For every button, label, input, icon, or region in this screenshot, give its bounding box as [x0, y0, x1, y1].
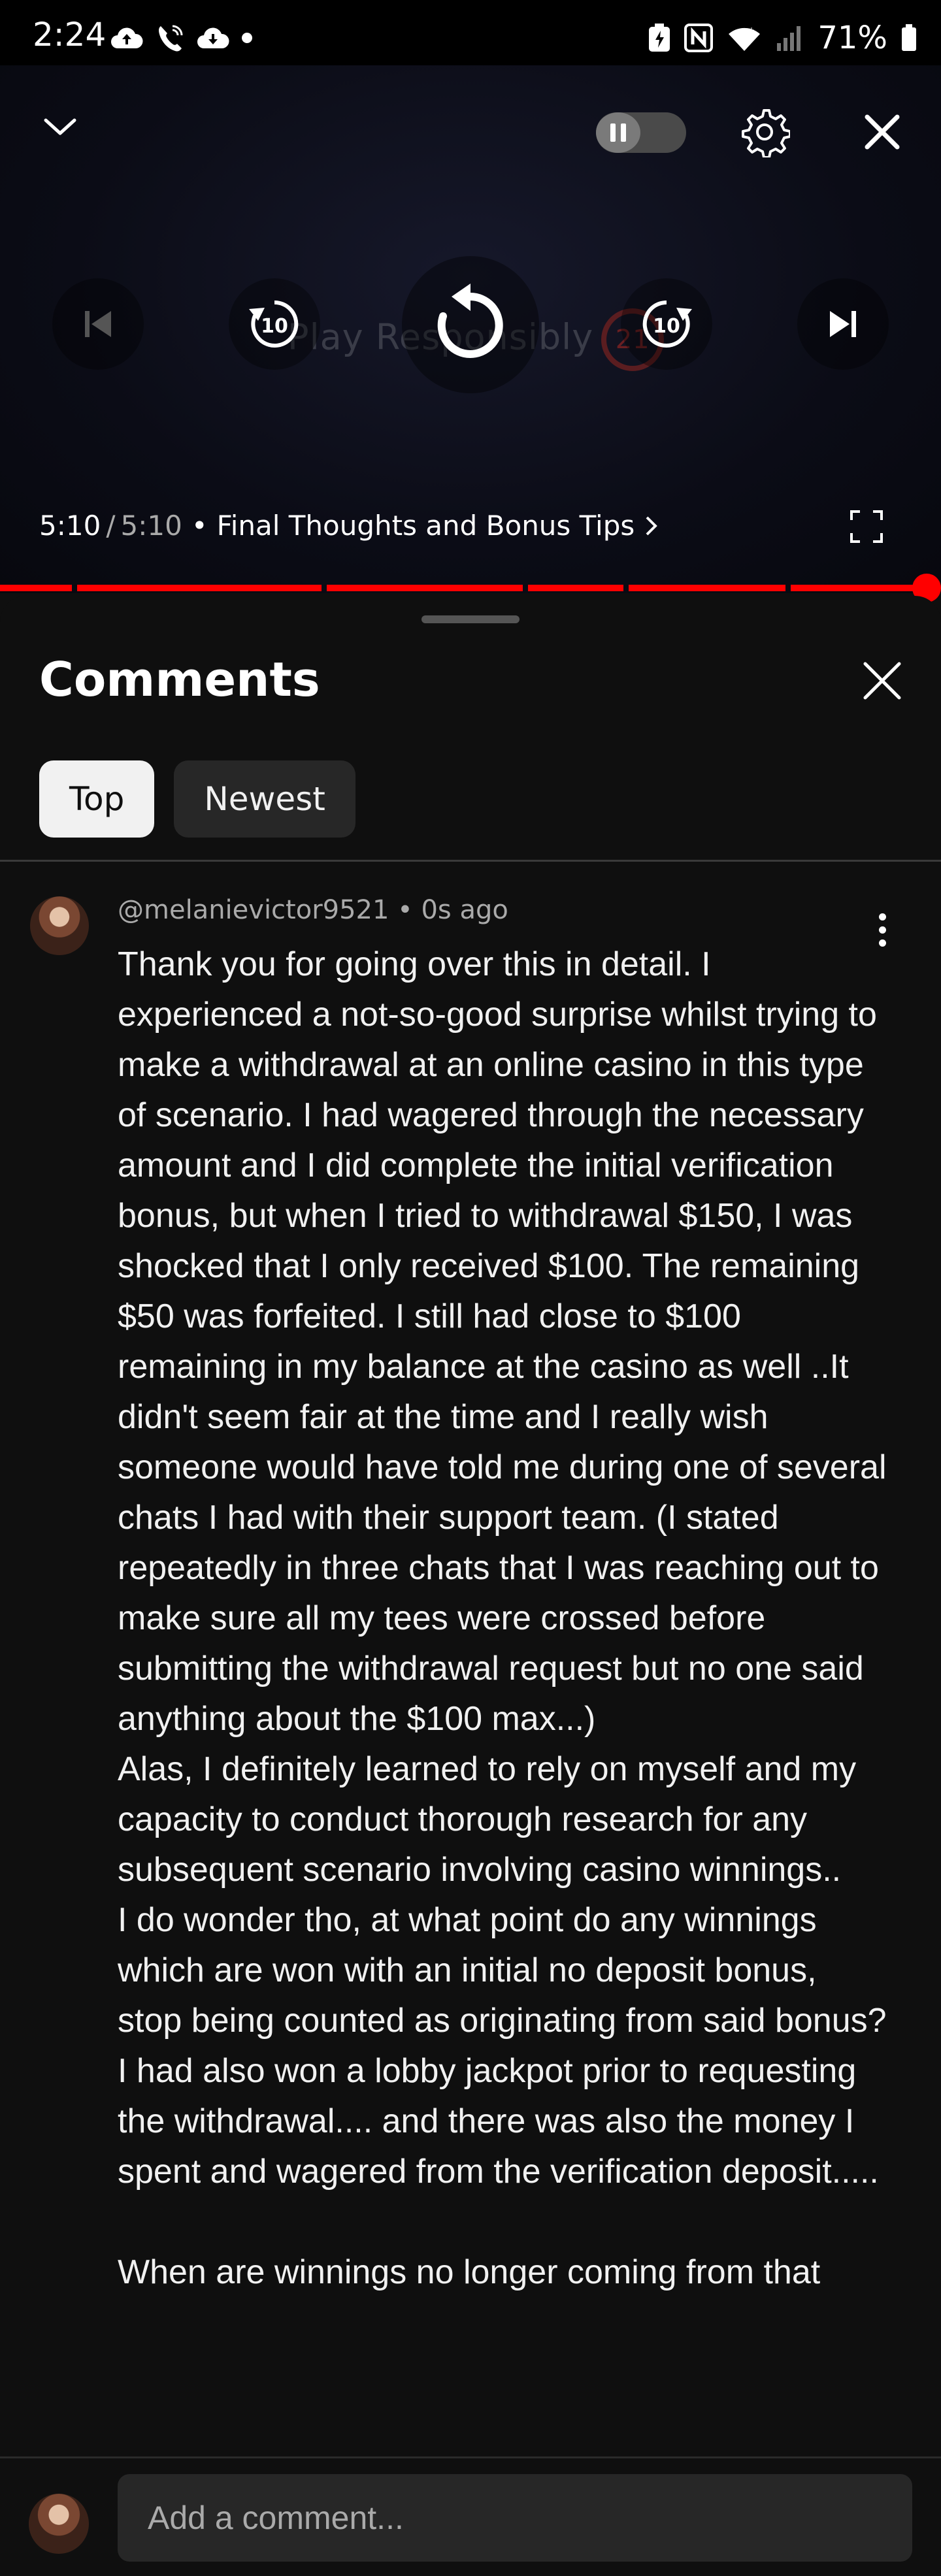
- dot-icon: [242, 33, 252, 43]
- svg-text:10: 10: [261, 315, 288, 338]
- comment-paragraph: When are winnings no longer coming from …: [118, 2253, 821, 2291]
- comment-paragraph: I do wonder tho, at what point do any wi…: [118, 1901, 897, 2191]
- progress-bar[interactable]: [0, 574, 941, 602]
- chapter-segment: [0, 585, 72, 591]
- minimize-chevron-down-icon[interactable]: [34, 107, 86, 146]
- meta-separator: •: [397, 895, 421, 925]
- comment-time: 0s ago: [421, 895, 508, 925]
- divider: [0, 860, 941, 862]
- wifi-call-icon: [159, 25, 183, 52]
- cloud-icon: [197, 27, 229, 48]
- current-time: 5:10: [39, 510, 101, 542]
- settings-gear-icon[interactable]: [737, 105, 792, 159]
- comment-author[interactable]: @melanievictor9521: [118, 895, 389, 925]
- rewind-10-icon[interactable]: 10: [229, 278, 320, 370]
- battery-percentage: 71%: [817, 20, 887, 56]
- comment-paragraph: Thank you for going over this in detail.…: [118, 945, 896, 1738]
- chapter-segment: [528, 585, 623, 591]
- comment-meta: @melanievictor9521 • 0s ago: [118, 895, 508, 925]
- user-avatar: [29, 2494, 89, 2554]
- chapter-segment: [327, 585, 523, 591]
- battery-icon: [902, 24, 916, 51]
- svg-text:10: 10: [653, 315, 680, 338]
- fullscreen-icon[interactable]: [847, 507, 886, 546]
- status-time: 2:24: [33, 16, 107, 54]
- signal-icon: [777, 26, 801, 51]
- drag-handle[interactable]: [421, 615, 520, 623]
- close-comments-icon[interactable]: [861, 660, 903, 702]
- replay-icon[interactable]: [402, 256, 539, 393]
- time-and-chapter[interactable]: 5:10 / 5:10 • Final Thoughts and Bonus T…: [39, 510, 659, 542]
- chapter-title: Final Thoughts and Bonus Tips: [216, 510, 635, 542]
- chevron-right-icon: [646, 516, 658, 535]
- next-icon[interactable]: [797, 278, 889, 370]
- add-comment-bar: Add a comment...: [0, 2456, 941, 2576]
- system-icons: + 71%: [648, 20, 917, 56]
- nfc-icon: [684, 24, 714, 52]
- chapter-segment: [77, 585, 322, 591]
- close-player-icon[interactable]: [856, 106, 908, 158]
- duration: 5:10: [120, 510, 182, 542]
- forward-10-icon[interactable]: 10: [621, 278, 712, 370]
- previous-icon[interactable]: [52, 278, 144, 370]
- bullet-separator: •: [191, 510, 208, 542]
- time-separator: /: [106, 510, 116, 542]
- status-bar: 2:24 + 71%: [0, 0, 941, 65]
- add-comment-input[interactable]: Add a comment...: [118, 2474, 912, 2562]
- notification-icons: [110, 24, 252, 52]
- avatar[interactable]: [30, 896, 89, 955]
- battery-saver-icon: [649, 24, 670, 52]
- comments-title: Comments: [39, 652, 320, 707]
- wifi-icon: +: [729, 25, 761, 51]
- svg-text:+: +: [748, 25, 755, 35]
- chapter-segment: [629, 585, 785, 591]
- tab-top[interactable]: Top: [39, 760, 155, 838]
- comments-panel: Comments Top Newest @melanievictor9521 •…: [0, 596, 941, 2576]
- cloud-upload-icon: [111, 27, 143, 48]
- pause-icon: [596, 112, 640, 153]
- sort-tabs: Top Newest: [39, 760, 355, 838]
- video-player[interactable]: Play Responsibly 21 10 10 5:10 / 5:10 • F…: [0, 65, 941, 602]
- comment-paragraph: Alas, I definitely learned to rely on my…: [118, 1750, 866, 1889]
- autoplay-toggle[interactable]: [596, 112, 686, 153]
- tab-newest[interactable]: Newest: [174, 760, 355, 838]
- comment-text: Thank you for going over this in detail.…: [118, 939, 889, 2298]
